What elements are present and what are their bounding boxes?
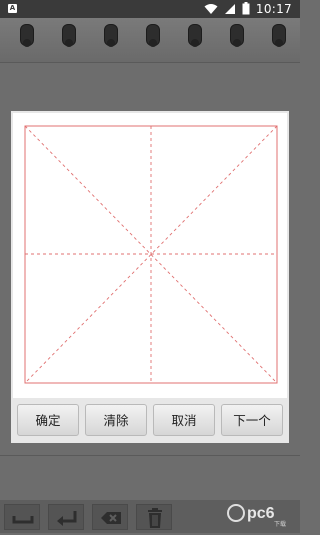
dialog-button-row: 确定 清除 取消 下一个 [11,404,289,438]
next-button[interactable]: 下一个 [221,404,283,436]
delete-button[interactable] [136,504,172,530]
binder-ring [230,24,244,47]
cancel-button[interactable]: 取消 [153,404,215,436]
space-button[interactable] [4,504,40,530]
handwriting-dialog: 确定 清除 取消 下一个 [11,111,289,443]
handwriting-canvas[interactable] [13,113,287,398]
wifi-icon [204,0,218,19]
status-time: 10:17 [255,2,292,16]
binder-ring [272,24,286,47]
svg-text:下载: 下载 [274,520,286,528]
binder-ring [188,24,202,47]
enter-icon [57,511,77,526]
status-bar: A 10:17 [0,0,300,18]
pc6-watermark: pc6 下载 [226,498,296,528]
space-icon [12,516,34,524]
paper-line [0,455,300,456]
clear-button[interactable]: 清除 [85,404,147,436]
binder-ring [146,24,160,47]
svg-text:pc6: pc6 [247,505,275,522]
binder-ring [104,24,118,47]
trash-icon [148,508,162,528]
tian-zi-grid [24,125,278,384]
binder-ring [20,24,34,47]
app-notification-icon: A [8,4,17,13]
battery-icon [242,0,250,19]
backspace-icon [101,512,121,524]
pc6-logo: pc6 下载 [227,504,286,528]
signal-icon [224,0,236,19]
confirm-button[interactable]: 确定 [17,404,79,436]
binder-ring [62,24,76,47]
backspace-button[interactable] [92,504,128,530]
paper-line [0,62,300,63]
enter-button[interactable] [48,504,84,530]
